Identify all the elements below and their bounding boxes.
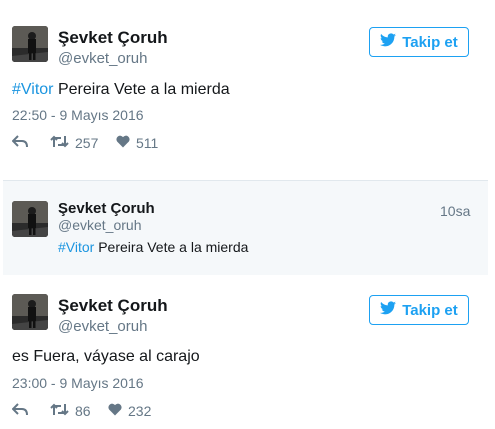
follow-label: Takip et xyxy=(402,301,458,319)
quoted-text-rest: Pereira Vete a la mierda xyxy=(94,239,249,255)
hashtag-link[interactable]: #Vitor xyxy=(12,81,54,98)
display-name[interactable]: Şevket Çoruh xyxy=(58,28,168,48)
tweet-text: #Vitor Pereira Vete a la mierda xyxy=(12,81,230,99)
tweet-actions: 257 511 xyxy=(11,135,158,151)
display-name[interactable]: Şevket Çoruh xyxy=(58,296,168,316)
follow-label: Takip et xyxy=(402,33,458,51)
like-count: 511 xyxy=(136,135,159,151)
timestamp[interactable]: 22:50 - 9 Mayıs 2016 xyxy=(12,107,144,123)
username[interactable]: @evket_oruh xyxy=(58,318,147,335)
follow-button[interactable]: Takip et xyxy=(369,27,469,57)
reply-icon xyxy=(11,135,28,151)
like-count: 232 xyxy=(128,403,152,419)
quoted-text: #Vitor Pereira Vete a la mierda xyxy=(58,239,248,255)
avatar[interactable] xyxy=(12,294,48,330)
hashtag-link[interactable]: #Vitor xyxy=(58,239,94,255)
tweet-2: Şevket Çoruh @evket_oruh Takip et es Fue… xyxy=(0,284,495,429)
like-button[interactable]: 511 xyxy=(116,135,158,151)
retweet-icon xyxy=(50,135,69,151)
display-name[interactable]: Şevket Çoruh xyxy=(58,200,155,217)
heart-icon xyxy=(116,135,130,151)
tweet-text: es Fuera, váyase al carajo xyxy=(12,348,200,365)
twitter-bird-icon xyxy=(380,33,397,51)
timestamp[interactable]: 23:00 - 9 Mayıs 2016 xyxy=(12,375,144,391)
tweet-1: Şevket Çoruh @evket_oruh Takip et #Vitor… xyxy=(0,0,495,175)
follow-button[interactable]: Takip et xyxy=(369,295,469,325)
tweet-actions: 86 232 xyxy=(11,403,151,419)
retweet-button[interactable]: 257 xyxy=(50,135,116,151)
retweet-count: 86 xyxy=(75,403,91,419)
username[interactable]: @evket_oruh xyxy=(58,50,147,67)
reply-button[interactable] xyxy=(11,403,50,419)
tweet-text-rest: Pereira Vete a la mierda xyxy=(53,81,230,98)
retweet-button[interactable]: 86 xyxy=(50,403,108,419)
avatar[interactable] xyxy=(12,201,48,237)
retweet-count: 257 xyxy=(75,135,99,151)
twitter-bird-icon xyxy=(380,301,397,319)
like-button[interactable]: 232 xyxy=(108,403,151,419)
relative-time[interactable]: 10sa xyxy=(440,203,470,219)
avatar[interactable] xyxy=(12,26,48,62)
heart-icon xyxy=(108,403,122,419)
reply-button[interactable] xyxy=(11,135,50,151)
quoted-tweet[interactable]: Şevket Çoruh @evket_oruh 10sa #Vitor Per… xyxy=(3,180,488,275)
retweet-icon xyxy=(50,403,69,419)
reply-icon xyxy=(11,403,28,419)
username[interactable]: @evket_oruh xyxy=(58,217,141,233)
